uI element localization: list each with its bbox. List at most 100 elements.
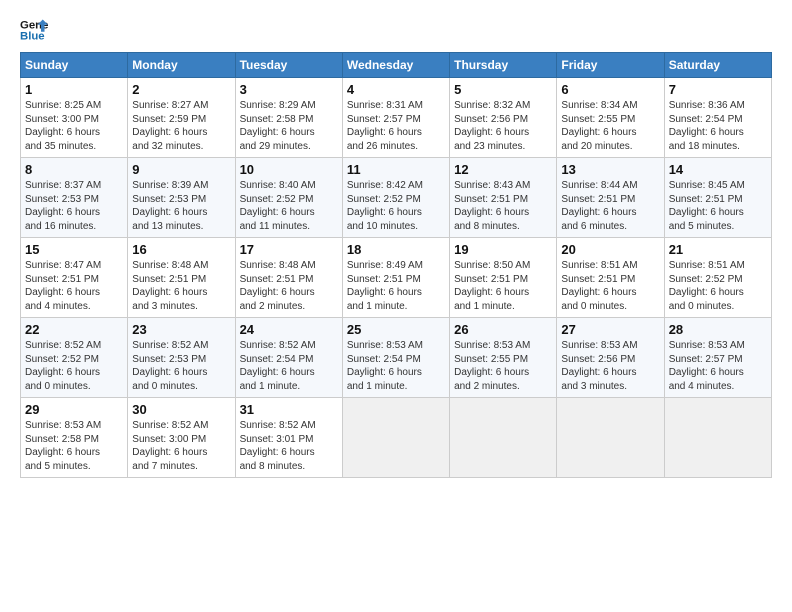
day-info: Sunrise: 8:43 AM Sunset: 2:51 PM Dayligh… bbox=[454, 179, 552, 233]
weekday-friday: Friday bbox=[557, 53, 664, 78]
day-number: 27 bbox=[561, 322, 659, 337]
day-info: Sunrise: 8:42 AM Sunset: 2:52 PM Dayligh… bbox=[347, 179, 445, 233]
day-number: 21 bbox=[669, 242, 767, 257]
calendar-cell: 13 Sunrise: 8:44 AM Sunset: 2:51 PM Dayli… bbox=[557, 158, 664, 238]
day-number: 4 bbox=[347, 82, 445, 97]
calendar-cell: 24Sunrise: 8:52 AM Sunset: 2:54 PM Dayli… bbox=[235, 318, 342, 398]
day-number: 30 bbox=[132, 402, 230, 417]
day-number: 31 bbox=[240, 402, 338, 417]
calendar-cell: 30 Sunrise: 8:52 AM Sunset: 3:00 PM Dayli… bbox=[128, 398, 235, 478]
day-info: Sunrise: 8:32 AM Sunset: 2:56 PM Dayligh… bbox=[454, 99, 552, 153]
day-info: Sunrise: 8:45 AM Sunset: 2:51 PM Dayligh… bbox=[669, 179, 767, 233]
calendar-cell: 29 Sunrise: 8:53 AM Sunset: 2:58 PM Dayli… bbox=[21, 398, 128, 478]
logo: GeneralBlue bbox=[20, 16, 48, 44]
day-info: Sunrise: 8:36 AM Sunset: 2:54 PM Dayligh… bbox=[669, 99, 767, 153]
calendar-cell: 20 Sunrise: 8:51 AM Sunset: 2:51 PM Dayli… bbox=[557, 238, 664, 318]
calendar-cell: 27 Sunrise: 8:53 AM Sunset: 2:56 PM Dayli… bbox=[557, 318, 664, 398]
day-number: 7 bbox=[669, 82, 767, 97]
day-number: 14 bbox=[669, 162, 767, 177]
day-info: Sunrise: 8:25 AM Sunset: 3:00 PM Dayligh… bbox=[25, 99, 123, 153]
day-number: 12 bbox=[454, 162, 552, 177]
weekday-thursday: Thursday bbox=[450, 53, 557, 78]
calendar-cell: 7 Sunrise: 8:36 AM Sunset: 2:54 PM Daylig… bbox=[664, 78, 771, 158]
calendar-cell bbox=[557, 398, 664, 478]
day-info: Sunrise: 8:29 AM Sunset: 2:58 PM Dayligh… bbox=[240, 99, 338, 153]
day-info: Sunrise: 8:31 AM Sunset: 2:57 PM Dayligh… bbox=[347, 99, 445, 153]
calendar-cell: 31 Sunrise: 8:52 AM Sunset: 3:01 PM Dayli… bbox=[235, 398, 342, 478]
calendar-cell: 5 Sunrise: 8:32 AM Sunset: 2:56 PM Daylig… bbox=[450, 78, 557, 158]
day-number: 6 bbox=[561, 82, 659, 97]
calendar-cell: 11 Sunrise: 8:42 AM Sunset: 2:52 PM Dayli… bbox=[342, 158, 449, 238]
day-number: 9 bbox=[132, 162, 230, 177]
day-info: Sunrise: 8:53 AM Sunset: 2:58 PM Dayligh… bbox=[25, 419, 123, 473]
day-number: 16 bbox=[132, 242, 230, 257]
calendar-cell: 4 Sunrise: 8:31 AM Sunset: 2:57 PM Daylig… bbox=[342, 78, 449, 158]
calendar-cell: 1 Sunrise: 8:25 AM Sunset: 3:00 PM Daylig… bbox=[21, 78, 128, 158]
week-row-4: 29 Sunrise: 8:53 AM Sunset: 2:58 PM Dayli… bbox=[21, 398, 772, 478]
calendar-cell: 18 Sunrise: 8:49 AM Sunset: 2:51 PM Dayli… bbox=[342, 238, 449, 318]
calendar-cell: 6 Sunrise: 8:34 AM Sunset: 2:55 PM Daylig… bbox=[557, 78, 664, 158]
calendar-cell: 3 Sunrise: 8:29 AM Sunset: 2:58 PM Daylig… bbox=[235, 78, 342, 158]
week-row-3: 22 Sunrise: 8:52 AM Sunset: 2:52 PM Dayli… bbox=[21, 318, 772, 398]
day-info: Sunrise: 8:48 AM Sunset: 2:51 PM Dayligh… bbox=[132, 259, 230, 313]
calendar-cell: 22 Sunrise: 8:52 AM Sunset: 2:52 PM Dayli… bbox=[21, 318, 128, 398]
calendar-cell: 12 Sunrise: 8:43 AM Sunset: 2:51 PM Dayli… bbox=[450, 158, 557, 238]
weekday-header-row: SundayMondayTuesdayWednesdayThursdayFrid… bbox=[21, 53, 772, 78]
day-info: Sunrise: 8:50 AM Sunset: 2:51 PM Dayligh… bbox=[454, 259, 552, 313]
day-info: Sunrise: 8:53 AM Sunset: 2:55 PM Dayligh… bbox=[454, 339, 552, 393]
day-number: 11 bbox=[347, 162, 445, 177]
day-info: Sunrise: 8:52 AM Sunset: 3:01 PM Dayligh… bbox=[240, 419, 338, 473]
day-number: 29 bbox=[25, 402, 123, 417]
calendar-cell: 16 Sunrise: 8:48 AM Sunset: 2:51 PM Dayli… bbox=[128, 238, 235, 318]
svg-text:Blue: Blue bbox=[20, 31, 45, 43]
day-number: 19 bbox=[454, 242, 552, 257]
calendar-cell: 8Sunrise: 8:37 AM Sunset: 2:53 PM Daylig… bbox=[21, 158, 128, 238]
calendar-cell: 17 Sunrise: 8:48 AM Sunset: 2:51 PM Dayli… bbox=[235, 238, 342, 318]
day-info: Sunrise: 8:53 AM Sunset: 2:56 PM Dayligh… bbox=[561, 339, 659, 393]
day-info: Sunrise: 8:49 AM Sunset: 2:51 PM Dayligh… bbox=[347, 259, 445, 313]
day-info: Sunrise: 8:52 AM Sunset: 2:52 PM Dayligh… bbox=[25, 339, 123, 393]
weekday-sunday: Sunday bbox=[21, 53, 128, 78]
day-info: Sunrise: 8:37 AM Sunset: 2:53 PM Dayligh… bbox=[25, 179, 123, 233]
calendar-cell bbox=[664, 398, 771, 478]
day-info: Sunrise: 8:51 AM Sunset: 2:52 PM Dayligh… bbox=[669, 259, 767, 313]
day-info: Sunrise: 8:39 AM Sunset: 2:53 PM Dayligh… bbox=[132, 179, 230, 233]
day-info: Sunrise: 8:44 AM Sunset: 2:51 PM Dayligh… bbox=[561, 179, 659, 233]
week-row-2: 15Sunrise: 8:47 AM Sunset: 2:51 PM Dayli… bbox=[21, 238, 772, 318]
weekday-tuesday: Tuesday bbox=[235, 53, 342, 78]
day-info: Sunrise: 8:34 AM Sunset: 2:55 PM Dayligh… bbox=[561, 99, 659, 153]
day-info: Sunrise: 8:53 AM Sunset: 2:54 PM Dayligh… bbox=[347, 339, 445, 393]
day-number: 5 bbox=[454, 82, 552, 97]
calendar-cell: 23 Sunrise: 8:52 AM Sunset: 2:53 PM Dayli… bbox=[128, 318, 235, 398]
day-number: 25 bbox=[347, 322, 445, 337]
calendar-cell: 10Sunrise: 8:40 AM Sunset: 2:52 PM Dayli… bbox=[235, 158, 342, 238]
calendar-cell: 19 Sunrise: 8:50 AM Sunset: 2:51 PM Dayli… bbox=[450, 238, 557, 318]
day-info: Sunrise: 8:48 AM Sunset: 2:51 PM Dayligh… bbox=[240, 259, 338, 313]
day-info: Sunrise: 8:51 AM Sunset: 2:51 PM Dayligh… bbox=[561, 259, 659, 313]
day-info: Sunrise: 8:52 AM Sunset: 3:00 PM Dayligh… bbox=[132, 419, 230, 473]
day-info: Sunrise: 8:52 AM Sunset: 2:54 PM Dayligh… bbox=[240, 339, 338, 393]
day-number: 13 bbox=[561, 162, 659, 177]
day-number: 10 bbox=[240, 162, 338, 177]
calendar-cell: 28Sunrise: 8:53 AM Sunset: 2:57 PM Dayli… bbox=[664, 318, 771, 398]
week-row-1: 8Sunrise: 8:37 AM Sunset: 2:53 PM Daylig… bbox=[21, 158, 772, 238]
calendar-cell bbox=[450, 398, 557, 478]
day-number: 22 bbox=[25, 322, 123, 337]
day-number: 23 bbox=[132, 322, 230, 337]
day-number: 18 bbox=[347, 242, 445, 257]
day-info: Sunrise: 8:52 AM Sunset: 2:53 PM Dayligh… bbox=[132, 339, 230, 393]
week-row-0: 1 Sunrise: 8:25 AM Sunset: 3:00 PM Daylig… bbox=[21, 78, 772, 158]
day-number: 17 bbox=[240, 242, 338, 257]
day-number: 15 bbox=[25, 242, 123, 257]
day-number: 20 bbox=[561, 242, 659, 257]
day-number: 1 bbox=[25, 82, 123, 97]
weekday-wednesday: Wednesday bbox=[342, 53, 449, 78]
calendar-cell: 25 Sunrise: 8:53 AM Sunset: 2:54 PM Dayli… bbox=[342, 318, 449, 398]
day-number: 26 bbox=[454, 322, 552, 337]
day-number: 3 bbox=[240, 82, 338, 97]
calendar-cell: 21 Sunrise: 8:51 AM Sunset: 2:52 PM Dayli… bbox=[664, 238, 771, 318]
calendar-table: SundayMondayTuesdayWednesdayThursdayFrid… bbox=[20, 52, 772, 478]
calendar-cell bbox=[342, 398, 449, 478]
header: GeneralBlue bbox=[20, 16, 772, 44]
calendar-cell: 15Sunrise: 8:47 AM Sunset: 2:51 PM Dayli… bbox=[21, 238, 128, 318]
